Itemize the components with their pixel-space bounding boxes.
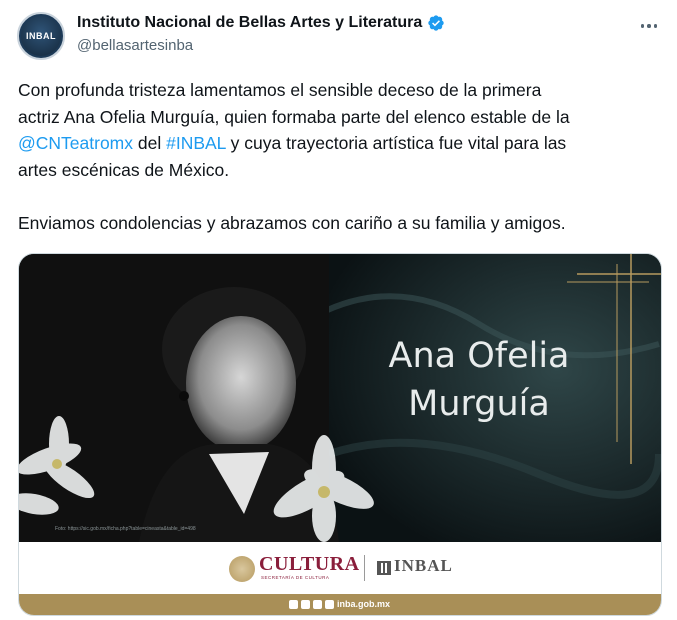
memorial-name-line2: Murguía: [408, 384, 550, 424]
mention-link[interactable]: @CNTeatromx: [18, 133, 133, 153]
logo-strip: CULTURA SECRETARÍA DE CULTURA INBAL: [19, 542, 661, 594]
avatar-logo: INBAL: [21, 16, 61, 56]
tweet-text: Con profunda tristeza lamentamos el sens…: [18, 77, 658, 236]
display-name[interactable]: Instituto Nacional de Bellas Artes y Lit…: [77, 14, 422, 32]
cultura-subtitle: SECRETARÍA DE CULTURA: [261, 575, 330, 580]
memorial-name-line1: Ana Ofelia: [388, 336, 570, 376]
footer-bar: inba.gob.mx: [19, 594, 661, 615]
website-text: inba.gob.mx: [337, 599, 391, 609]
tweet-line: actriz Ana Ofelia Murguía, quien formaba…: [18, 106, 570, 127]
verified-badge-icon: [428, 15, 444, 31]
government-seal-icon: [229, 556, 255, 582]
instagram-icon: [313, 600, 322, 609]
name-row: Instituto Nacional de Bellas Artes y Lit…: [77, 14, 445, 32]
inbal-mark-icon: [377, 561, 391, 575]
avatar[interactable]: INBAL: [17, 12, 65, 60]
more-options-icon[interactable]: [639, 16, 659, 36]
media-image[interactable]: Ana Ofelia Murguía Foto: https://sic.gob…: [18, 253, 662, 616]
hashtag-link[interactable]: #INBAL: [166, 133, 226, 153]
cultura-logo: CULTURA: [259, 553, 360, 575]
memorial-photo: Ana Ofelia Murguía Foto: https://sic.gob…: [19, 254, 661, 542]
twitter-icon: [301, 600, 310, 609]
inbal-logo: INBAL: [394, 556, 453, 575]
tweet-line: Enviamos condolencias y abrazamos con ca…: [18, 212, 566, 233]
tweet-line: @CNTeatromx del #INBAL y cuya trayectori…: [18, 133, 567, 153]
logo-divider: [364, 555, 365, 581]
facebook-icon: [289, 600, 298, 609]
social-icons: [289, 600, 334, 609]
tweet-line: artes escénicas de México.: [18, 159, 230, 180]
youtube-icon: [325, 600, 334, 609]
photo-credit: Foto: https://sic.gob.mx/ficha.php?table…: [55, 526, 196, 532]
handle[interactable]: @bellasartesinba: [77, 37, 193, 54]
tweet-line: Con profunda tristeza lamentamos el sens…: [18, 80, 542, 100]
memorial-name: Ana Ofelia Murguía: [359, 332, 599, 428]
tweet-header: INBAL Instituto Nacional de Bellas Artes…: [17, 12, 667, 62]
